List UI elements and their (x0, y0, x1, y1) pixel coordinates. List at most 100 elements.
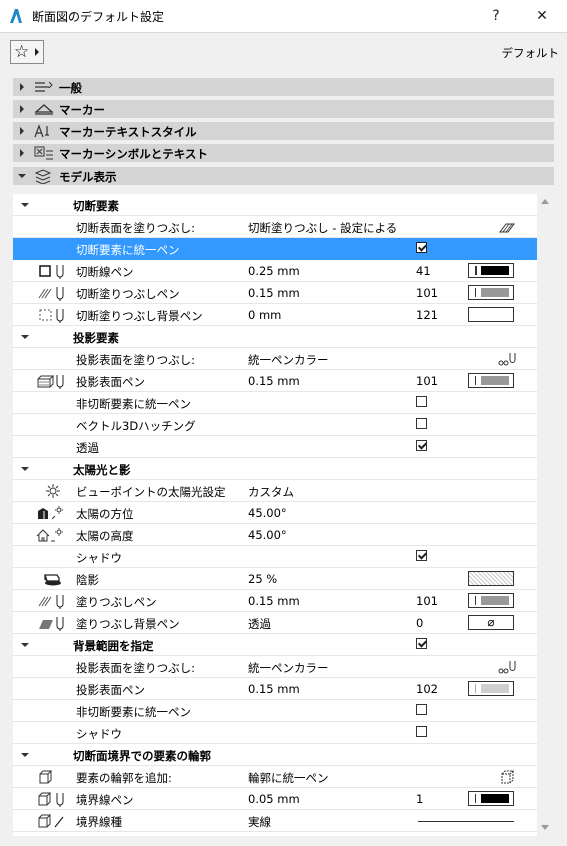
pen-swatch[interactable] (468, 593, 514, 608)
row-label: 境界線種 (76, 815, 122, 829)
pen-number[interactable]: 1 (416, 792, 423, 806)
row-label: 境界線ペン (76, 793, 134, 807)
row-bounded-fill[interactable]: 投影表面を塗りつぶし: 統一ペンカラー (13, 656, 537, 678)
section-marker[interactable]: マーカー (13, 100, 554, 118)
row-value[interactable]: 45.00° (248, 528, 287, 542)
vertical-scrollbar[interactable] (537, 194, 554, 836)
row-fill-background-pen[interactable]: 塗りつぶし背景ペン 透過 0 ⌀ (13, 612, 537, 634)
group-projected-elements[interactable]: 投影要素 (13, 326, 537, 348)
cut-fill-pen-icon (38, 287, 64, 301)
pen-number[interactable]: 101 (416, 594, 438, 608)
section-label: モデル表示 (59, 170, 117, 184)
section-marker-symbol-text[interactable]: マーカーシンボルとテキスト (13, 144, 554, 162)
pen-swatch[interactable] (468, 373, 514, 388)
favorites-button[interactable]: ☆ (10, 40, 44, 64)
row-cut-fill-pen[interactable]: 切断塗りつぶしペン 0.15 mm 101 (13, 282, 537, 304)
row-viewpoint-sun[interactable]: ビューポイントの太陽光設定 カスタム (13, 480, 537, 502)
group-cut-elements[interactable]: 切断要素 (13, 194, 537, 216)
shading-pattern-swatch[interactable] (468, 571, 514, 586)
row-label: シャドウ (76, 727, 122, 741)
row-fill-pen[interactable]: 塗りつぶしペン 0.15 mm 101 (13, 590, 537, 612)
cut-line-pen-icon (39, 265, 64, 279)
row-value[interactable]: 45.00° (248, 506, 287, 520)
row-value[interactable]: 輪郭に統一ペン (248, 770, 329, 786)
row-value[interactable]: 統一ペンカラー (248, 352, 329, 368)
chevron-right-icon (20, 105, 24, 113)
section-marker-text-style[interactable]: マーカーテキストスタイル (13, 122, 554, 140)
scroll-up-icon[interactable] (541, 199, 549, 204)
row-sun-azimuth[interactable]: 太陽の方位 45.00° (13, 502, 537, 524)
row-bounded-uncut-uniform-pen[interactable]: 非切断要素に統一ペン (13, 700, 537, 722)
row-cut-fill[interactable]: 切断表面を塗りつぶし: 切断塗りつぶし - 設定による (13, 216, 537, 238)
pen-number[interactable]: 102 (416, 682, 438, 696)
row-projected-uncut-uniform-pen[interactable]: 非切断要素に統一ペン (13, 392, 537, 414)
section-label: マーカー (59, 103, 105, 117)
row-bounded-shadows[interactable]: シャドウ (13, 722, 537, 744)
row-value[interactable]: 25 % (248, 572, 277, 586)
row-value[interactable]: カスタム (248, 484, 294, 500)
pen-swatch[interactable] (468, 285, 514, 300)
pen-number[interactable]: 41 (416, 264, 431, 278)
pen-swatch[interactable] (468, 791, 514, 806)
row-cut-uniform-pen[interactable]: 切断要素に統一ペン (13, 238, 537, 260)
shadows-checkbox[interactable] (416, 550, 427, 561)
sun-altitude-icon (36, 528, 63, 542)
section-model-display[interactable]: モデル表示 (13, 167, 554, 185)
bounded-uncut-uniform-pen-checkbox[interactable] (416, 704, 427, 715)
row-transparency[interactable]: 透過 (13, 436, 537, 458)
row-vector-3d-hatching[interactable]: ベクトル3Dハッチング (13, 414, 537, 436)
pen-swatch[interactable]: ⌀ (468, 615, 514, 630)
row-bounded-surface-pen[interactable]: 投影表面ペン 0.15 mm 102 (13, 678, 537, 700)
row-label: 投影表面を塗りつぶし: (76, 353, 195, 367)
row-projected-surface-pen[interactable]: 投影表面ペン 0.15 mm 101 (13, 370, 537, 392)
help-button[interactable]: ? (480, 5, 512, 27)
group-boundary-contours[interactable]: 切断面境界での要素の輪郭 (13, 744, 537, 766)
solid-line-sample[interactable] (418, 821, 514, 822)
row-value[interactable]: 統一ペンカラー (248, 660, 329, 676)
row-label: 太陽の高度 (76, 529, 134, 543)
pen-number[interactable]: 101 (416, 374, 438, 388)
row-cut-line-pen[interactable]: 切断線ペン 0.25 mm 41 (13, 260, 537, 282)
row-shading[interactable]: 陰影 25 % (13, 568, 537, 590)
window-title: 断面図のデフォルト設定 (32, 10, 165, 24)
chevron-down-icon (21, 643, 29, 647)
row-sun-altitude[interactable]: 太陽の高度 45.00° (13, 524, 537, 546)
bounded-area-checkbox[interactable] (416, 638, 427, 649)
cut-fill-background-pen-icon (39, 309, 64, 323)
group-label: 切断面境界での要素の輪郭 (73, 749, 211, 763)
pen-swatch[interactable] (468, 681, 514, 696)
row-add-contours[interactable]: 要素の輪郭を追加: 輪郭に統一ペン (13, 766, 537, 788)
uncut-uniform-pen-checkbox[interactable] (416, 396, 427, 407)
row-shadows[interactable]: シャドウ (13, 546, 537, 568)
row-projected-fill[interactable]: 投影表面を塗りつぶし: 統一ペンカラー (13, 348, 537, 370)
pen-number[interactable]: 0 (416, 616, 423, 630)
row-boundary-linetype[interactable]: 境界線種 実線 (13, 810, 537, 832)
chevron-down-icon (21, 753, 29, 757)
star-icon: ☆ (14, 42, 30, 62)
chevron-down-icon (21, 467, 29, 471)
row-value: 透過 (248, 617, 271, 631)
pen-swatch[interactable] (468, 307, 514, 322)
pen-number[interactable]: 101 (416, 286, 438, 300)
vector-hatching-checkbox[interactable] (416, 418, 427, 429)
row-value[interactable]: 実線 (248, 814, 271, 830)
section-general[interactable]: 一般 (13, 78, 554, 96)
row-label: 陰影 (76, 573, 99, 587)
row-cut-fill-bg-pen[interactable]: 切断塗りつぶし背景ペン 0 mm 121 (13, 304, 537, 326)
transparency-checkbox[interactable] (416, 440, 427, 451)
shading-icon (44, 574, 61, 586)
row-boundary-pen[interactable]: 境界線ペン 0.05 mm 1 (13, 788, 537, 810)
scroll-down-icon[interactable] (541, 825, 549, 830)
group-sun-and-shadows[interactable]: 太陽光と影 (13, 458, 537, 480)
default-label: デフォルト (501, 46, 560, 60)
cut-uniform-pen-checkbox[interactable] (416, 242, 427, 253)
chevron-right-icon (20, 127, 24, 135)
contour-pen-icon (501, 770, 515, 784)
group-bounded-area[interactable]: 背景範囲を指定 (13, 634, 537, 656)
pen-number[interactable]: 121 (416, 308, 438, 322)
bounded-shadows-checkbox[interactable] (416, 726, 427, 737)
marker-icon (34, 104, 54, 115)
row-value[interactable]: 切断塗りつぶし - 設定による (248, 220, 397, 236)
pen-swatch[interactable] (468, 263, 514, 278)
close-button[interactable]: ✕ (526, 5, 558, 27)
